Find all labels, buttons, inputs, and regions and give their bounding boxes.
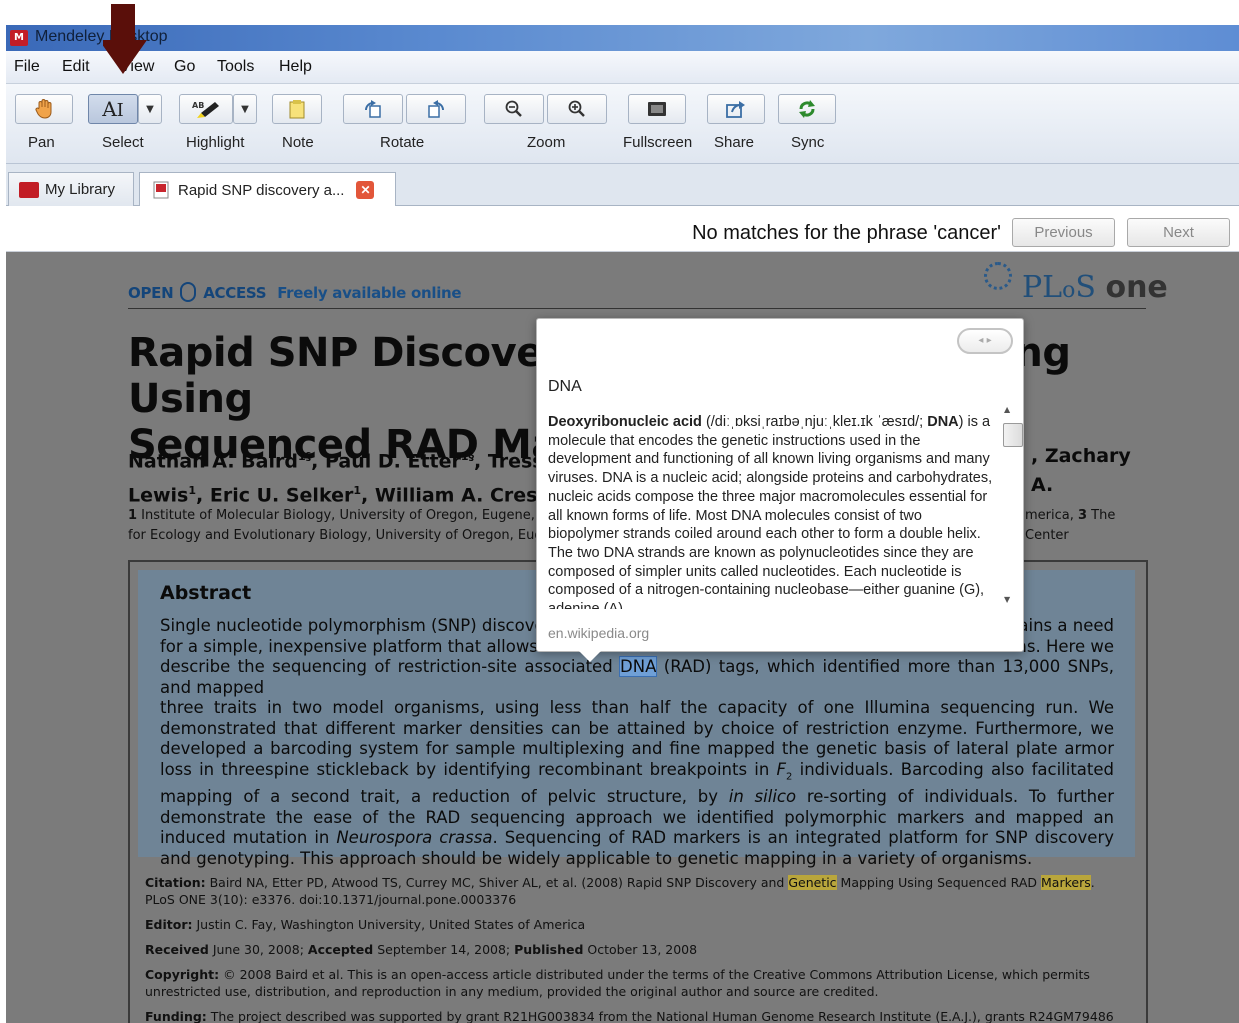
popup-definition: Deoxyribonucleic acid (/diːˌɒksiˌraɪbəˌn… bbox=[548, 414, 993, 609]
share-icon bbox=[726, 101, 745, 118]
plos-sun-icon bbox=[984, 262, 1012, 290]
rotate-left-icon bbox=[365, 100, 381, 118]
zoom-out-icon bbox=[505, 100, 522, 117]
fullscreen-icon bbox=[648, 102, 666, 116]
share-button[interactable] bbox=[707, 94, 765, 124]
rotate-label: Rotate bbox=[380, 134, 425, 151]
open-access-banner: OPEN ACCESS Freely available online bbox=[128, 282, 462, 302]
fullscreen-button[interactable] bbox=[628, 94, 686, 124]
sync-button[interactable] bbox=[778, 94, 836, 124]
text-select-icon: AI bbox=[102, 97, 124, 121]
rotate-right-icon bbox=[428, 100, 444, 118]
toolbar: Pan AI ▼ Select AB ▼ Highlight Note Rota… bbox=[6, 84, 1239, 164]
find-next-button[interactable]: Next bbox=[1127, 218, 1230, 247]
note-label: Note bbox=[282, 134, 314, 151]
tab-document[interactable]: Rapid SNP discovery a... ✕ bbox=[139, 172, 396, 207]
tab-bar: My Library Rapid SNP discovery a... ✕ bbox=[6, 164, 1239, 207]
title-bar: M Mendeley Desktop bbox=[6, 25, 1239, 51]
tab-my-library[interactable]: My Library bbox=[8, 172, 134, 206]
open-lock-icon bbox=[180, 282, 197, 302]
share-label: Share bbox=[714, 134, 755, 151]
note-button[interactable] bbox=[272, 94, 322, 124]
select-dropdown-button[interactable]: ▼ bbox=[138, 94, 162, 124]
mendeley-logo-icon bbox=[19, 181, 39, 198]
editor: Editor: Justin C. Fay, Washington Univer… bbox=[145, 917, 586, 932]
header-rule bbox=[128, 308, 1146, 309]
abstract-text[interactable]: Single nucleotide polymorphism (SNP) dis… bbox=[160, 616, 1114, 869]
rotate-right-button[interactable] bbox=[406, 94, 466, 124]
find-status-text: No matches for the phrase 'cancer' bbox=[692, 222, 1001, 244]
popup-term: DNA bbox=[548, 378, 582, 395]
menu-bar: File Edit View Go Tools Help bbox=[6, 51, 1239, 84]
sync-label: Sync bbox=[791, 134, 825, 151]
annotation-highlight[interactable]: Markers bbox=[1041, 875, 1091, 890]
pan-label: Pan bbox=[28, 134, 55, 151]
highlight-button[interactable]: AB bbox=[179, 94, 233, 124]
funding: Funding: The project described was suppo… bbox=[145, 1009, 1114, 1023]
menu-tools[interactable]: Tools bbox=[217, 58, 254, 76]
definition-popup[interactable]: ◂ ▸ DNA Deoxyribonucleic acid (/diːˌɒksi… bbox=[536, 318, 1024, 662]
copyright: Copyright: © 2008 Baird et al. This is a… bbox=[145, 967, 1090, 999]
select-label: Select bbox=[102, 134, 144, 151]
scroll-down-icon[interactable]: ▼ bbox=[1004, 595, 1010, 604]
highlight-dropdown-button[interactable]: ▼ bbox=[233, 94, 257, 124]
menu-go[interactable]: Go bbox=[174, 58, 195, 76]
menu-edit[interactable]: Edit bbox=[62, 58, 90, 76]
menu-file[interactable]: File bbox=[14, 58, 40, 76]
chevron-down-icon: ▼ bbox=[241, 103, 249, 115]
highlighter-icon: AB bbox=[192, 101, 219, 118]
pan-button[interactable] bbox=[15, 94, 73, 124]
app-window: M Mendeley Desktop File Edit View Go Too… bbox=[0, 0, 1239, 1023]
popup-pointer bbox=[579, 651, 601, 662]
dates: Received June 30, 2008; Accepted Septemb… bbox=[145, 942, 698, 957]
popup-scrollbar[interactable]: ▲ ▼ bbox=[1002, 403, 1023, 611]
fullscreen-label: Fullscreen bbox=[623, 134, 693, 151]
highlight-label: Highlight bbox=[186, 134, 245, 151]
selected-word[interactable]: DNA bbox=[619, 656, 658, 677]
sync-icon bbox=[799, 100, 815, 118]
tab-document-label: Rapid SNP discovery a... bbox=[178, 181, 345, 199]
mendeley-logo-icon: M bbox=[10, 30, 28, 46]
find-previous-button[interactable]: Previous bbox=[1012, 218, 1115, 247]
scroll-up-icon[interactable]: ▲ bbox=[1004, 405, 1010, 414]
zoom-in-button[interactable] bbox=[547, 94, 607, 124]
scroll-thumb[interactable] bbox=[1003, 423, 1023, 447]
sticky-note-icon bbox=[289, 100, 305, 119]
close-tab-icon[interactable]: ✕ bbox=[356, 181, 375, 199]
zoom-label: Zoom bbox=[527, 134, 566, 151]
zoom-in-icon bbox=[568, 100, 585, 117]
chevron-down-icon: ▼ bbox=[146, 103, 154, 115]
popup-pager-button[interactable]: ◂ ▸ bbox=[957, 328, 1013, 354]
hand-icon bbox=[35, 99, 52, 119]
annotation-highlight[interactable]: Genetic bbox=[788, 875, 837, 890]
abstract-heading: Abstract bbox=[160, 582, 252, 604]
select-button[interactable]: AI bbox=[88, 94, 138, 124]
rotate-left-button[interactable] bbox=[343, 94, 403, 124]
pdf-file-icon bbox=[153, 181, 169, 199]
find-bar: No matches for the phrase 'cancer' Previ… bbox=[6, 206, 1239, 252]
annotation-arrow-icon bbox=[103, 4, 147, 74]
zoom-out-button[interactable] bbox=[484, 94, 544, 124]
popup-source-link[interactable]: en.wikipedia.org bbox=[548, 625, 649, 641]
svg-text:AB: AB bbox=[192, 101, 204, 110]
citation: Citation: Baird NA, Etter PD, Atwood TS,… bbox=[145, 875, 1095, 907]
menu-help[interactable]: Help bbox=[279, 58, 312, 76]
tab-my-library-label: My Library bbox=[45, 181, 116, 198]
